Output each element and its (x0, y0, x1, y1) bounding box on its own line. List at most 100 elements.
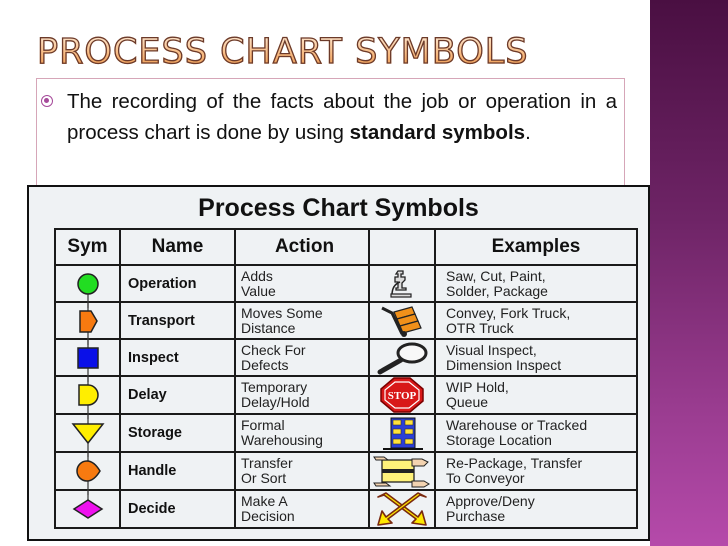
bullet-icon (41, 95, 53, 107)
action-line-2: Delay/Hold (241, 394, 310, 410)
table-row: Storage Formal Warehousing Warehouse or … (54, 413, 638, 457)
header-sym: Sym (54, 228, 121, 266)
slide-title: PROCESS CHART SYMBOLS (36, 31, 529, 72)
table-row: Transport Moves Some Distance Convey, Fo… (54, 300, 638, 345)
examples-line-2: Dimension Inspect (446, 356, 562, 373)
table-row: Delay Temporary Delay/Hold STOP WIP Hold… (54, 375, 638, 419)
table-row: Inspect Check For Defects Visual Inspect… (54, 337, 638, 382)
symbol-name: Inspect (119, 338, 236, 377)
symbol-cell (54, 300, 121, 345)
symbol-action: Make A Decision (234, 489, 370, 529)
microscope-icon (370, 268, 434, 300)
storage-symbol-icon (70, 413, 105, 457)
example-icon-cell: STOP (368, 375, 436, 415)
table-row: Decide Make A Decision Approve/Deny Purc… (54, 489, 638, 529)
symbol-name: Storage (119, 413, 236, 453)
symbol-name: Decide (119, 489, 236, 529)
example-icon-cell (368, 301, 436, 340)
hands-box-icon (370, 453, 434, 489)
symbol-action: Temporary Delay/Hold (234, 375, 370, 415)
example-icon-cell (368, 413, 436, 453)
symbol-action: Moves Some Distance (234, 301, 370, 340)
bullet-text-plain: The recording of the facts about the job… (67, 90, 617, 144)
action-line-2: Decision (241, 508, 295, 524)
examples-line-2: Solder, Package (446, 282, 548, 299)
header-icon (368, 228, 436, 266)
example-icon-cell (368, 451, 436, 491)
bullet-text-bold: standard symbols (349, 121, 526, 144)
example-icon-cell (368, 264, 436, 303)
symbol-name: Transport (119, 301, 236, 340)
symbol-cell (54, 337, 121, 382)
action-line-1: Temporary (241, 379, 308, 395)
action-line-1: Transfer (241, 455, 293, 471)
examples-line-2: Queue (446, 394, 489, 410)
symbol-examples: Convey, Fork Truck, OTR Truck (434, 301, 638, 340)
example-icon-cell (368, 338, 436, 377)
crossed-arrows-icon (370, 491, 434, 527)
examples-line-2: OTR Truck (446, 319, 514, 336)
examples-line-1: Warehouse or Tracked (446, 417, 588, 433)
symbol-action: Transfer Or Sort (234, 451, 370, 491)
action-line-2: Or Sort (241, 470, 287, 486)
symbol-examples: Visual Inspect, Dimension Inspect (434, 338, 638, 377)
bullet-text: The recording of the facts about the job… (67, 86, 617, 148)
table-row: Operation Adds Value Saw, Cut, Paint, So… (54, 264, 638, 308)
examples-line-2: To Conveyor (446, 470, 525, 486)
action-line-2: Defects (241, 356, 289, 373)
table-header-row: Sym Name Action Examples (54, 228, 638, 266)
action-line-1: Check For (241, 341, 306, 358)
symbol-examples: Saw, Cut, Paint, Solder, Package (434, 264, 638, 303)
hand-truck-icon (370, 304, 434, 338)
symbol-name: Delay (119, 375, 236, 415)
symbol-examples: Warehouse or Tracked Storage Location (434, 413, 638, 453)
symbol-action: Formal Warehousing (234, 413, 370, 453)
examples-line-1: Saw, Cut, Paint, (446, 267, 546, 284)
header-examples: Examples (434, 228, 638, 266)
symbol-cell (54, 264, 121, 308)
symbol-examples: Approve/Deny Purchase (434, 489, 638, 529)
symbol-cell (54, 375, 121, 419)
example-icon-cell (368, 489, 436, 529)
action-line-1: Make A (241, 493, 288, 509)
bullet-text-end: . (525, 121, 531, 144)
examples-line-2: Storage Location (446, 432, 552, 448)
operation-symbol-icon (76, 272, 99, 308)
svg-text:STOP: STOP (388, 390, 417, 402)
symbol-examples: WIP Hold, Queue (434, 375, 638, 415)
sidebar-decoration (650, 0, 728, 546)
handle-symbol-icon (75, 451, 101, 495)
action-line-1: Adds (241, 267, 273, 284)
magnifier-icon (370, 341, 434, 375)
examples-line-1: Convey, Fork Truck, (446, 304, 571, 321)
symbol-cell (54, 413, 121, 457)
symbol-action: Adds Value (234, 264, 370, 303)
process-chart-figure: Process Chart Symbols Sym Name Action Ex… (27, 185, 650, 541)
action-line-1: Moves Some (241, 304, 323, 321)
symbol-action: Check For Defects (234, 338, 370, 377)
header-action: Action (234, 228, 370, 266)
action-line-2: Distance (241, 319, 296, 336)
examples-line-1: WIP Hold, (446, 379, 509, 395)
inspect-symbol-icon (76, 337, 99, 382)
symbol-examples: Re-Package, Transfer To Conveyor (434, 451, 638, 491)
delay-symbol-icon (77, 375, 99, 419)
examples-line-1: Re-Package, Transfer (446, 455, 583, 471)
symbol-name: Handle (119, 451, 236, 491)
transport-symbol-icon (78, 300, 98, 345)
action-line-1: Formal (241, 417, 285, 433)
examples-line-2: Purchase (446, 508, 506, 524)
action-line-2: Warehousing (241, 432, 323, 448)
bullet-item: The recording of the facts about the job… (41, 86, 617, 148)
action-line-2: Value (241, 282, 276, 299)
symbol-name: Operation (119, 264, 236, 303)
symbol-cell (54, 489, 121, 529)
warehouse-icon (370, 415, 434, 451)
examples-line-1: Approve/Deny (446, 493, 535, 509)
symbols-table: Sym Name Action Examples Operation Adds … (54, 228, 638, 529)
stop-sign-icon: STOP (370, 377, 434, 413)
symbol-cell (54, 451, 121, 495)
table-row: Handle Transfer Or Sort Re-Package, Tran… (54, 451, 638, 495)
decide-symbol-icon (72, 489, 103, 519)
figure-title: Process Chart Symbols (198, 194, 479, 222)
